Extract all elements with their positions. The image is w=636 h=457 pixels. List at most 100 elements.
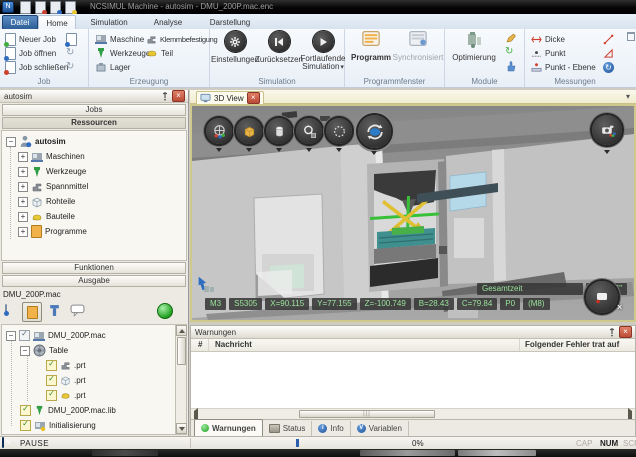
- expand-icon[interactable]: [18, 152, 28, 162]
- column-separator[interactable]: [519, 339, 520, 351]
- tree-item-mac-lib[interactable]: DMU_200P.mac.lib: [20, 404, 116, 417]
- expand-icon[interactable]: [18, 182, 28, 192]
- tool-manager-button[interactable]: [48, 304, 61, 317]
- module-probe-button[interactable]: [505, 60, 517, 72]
- dicke-button[interactable]: Dicke: [531, 33, 565, 45]
- tree-item-spannmittel[interactable]: Spannmittel: [18, 180, 88, 193]
- view-caret-icon[interactable]: [276, 148, 282, 152]
- expand-icon[interactable]: [18, 227, 28, 237]
- new-doc-icon[interactable]: [20, 1, 31, 14]
- ausgabe-bar[interactable]: Ausgabe: [2, 275, 186, 287]
- collapse-icon[interactable]: [6, 331, 16, 341]
- column-message[interactable]: Nachricht: [215, 340, 252, 349]
- maschine-button[interactable]: Maschine: [95, 33, 144, 45]
- close-icon[interactable]: [172, 90, 185, 102]
- tab-variablen[interactable]: Variablen: [351, 421, 409, 436]
- view-orientation-button[interactable]: [206, 118, 232, 144]
- programm-button[interactable]: Programm: [349, 31, 393, 62]
- view-tab-3d[interactable]: 3D View: [196, 91, 264, 104]
- view-caret-icon[interactable]: [216, 148, 222, 152]
- collapse-icon[interactable]: [6, 137, 16, 147]
- checkbox-checked[interactable]: [19, 330, 30, 341]
- scroll-up-button[interactable]: [176, 325, 187, 336]
- checkbox-checked[interactable]: [20, 405, 31, 416]
- pin-icon[interactable]: [161, 91, 169, 101]
- hscrollbar-thumb[interactable]: [299, 410, 435, 418]
- close-job-button[interactable]: Job schließen: [5, 61, 68, 73]
- synchronisiert-button[interactable]: Synchronisiert: [395, 31, 441, 62]
- open-job-button[interactable]: Job öffnen: [5, 47, 56, 59]
- checkbox-checked[interactable]: [46, 375, 57, 386]
- optimierung-button[interactable]: Optimierung: [445, 31, 503, 62]
- checkbox-checked[interactable]: [46, 390, 57, 401]
- tree-item-autosim-root[interactable]: autosim: [6, 135, 66, 148]
- tree-item-rohteile[interactable]: Rohteile: [18, 195, 75, 208]
- scrollbar-thumb[interactable]: [177, 337, 186, 365]
- new-job-button[interactable]: Neuer Job: [5, 33, 56, 45]
- module-refresh-button[interactable]: ↻: [505, 46, 513, 58]
- tab-info[interactable]: Info: [312, 421, 350, 436]
- tree-item-mac-root[interactable]: DMU_200P.mac: [6, 329, 106, 342]
- tree-item-prt-3[interactable]: .prt: [46, 389, 86, 402]
- module-pen-button[interactable]: [505, 32, 517, 44]
- angle-measure-button[interactable]: [603, 47, 614, 59]
- tab-analyse[interactable]: Analyse: [144, 15, 192, 29]
- punkt-button[interactable]: Punkt: [531, 47, 565, 59]
- tab-status[interactable]: Status: [263, 421, 313, 436]
- hud-close-icon[interactable]: ×: [617, 302, 622, 312]
- tree-item-programme[interactable]: Programme: [18, 225, 87, 238]
- tree-item-table[interactable]: Table: [20, 344, 68, 357]
- collapse-icon[interactable]: [20, 346, 30, 356]
- view-cylinder-button[interactable]: [266, 118, 292, 144]
- camera-caret-icon[interactable]: [604, 150, 610, 154]
- close-icon[interactable]: [619, 326, 632, 338]
- expand-icon[interactable]: [18, 167, 28, 177]
- tree-item-prt-1[interactable]: .prt: [46, 359, 86, 372]
- close-view-icon[interactable]: [247, 92, 260, 104]
- tab-darstellung[interactable]: Darstellung: [196, 15, 264, 29]
- refresh-job-button[interactable]: ↻: [66, 61, 74, 73]
- selection-button[interactable]: [326, 118, 352, 144]
- play-doc-icon[interactable]: [50, 1, 61, 14]
- checkbox-checked[interactable]: [46, 360, 57, 371]
- ressourcen-bar[interactable]: Ressourcen: [2, 117, 186, 129]
- lager-button[interactable]: Lager: [95, 61, 130, 73]
- rotate-measure-button[interactable]: ↻: [603, 61, 614, 73]
- jobs-bar[interactable]: Jobs: [2, 104, 186, 116]
- funktionen-bar[interactable]: Funktionen: [2, 262, 186, 274]
- column-number[interactable]: #: [198, 340, 202, 349]
- comment-button[interactable]: [70, 304, 85, 317]
- view-caret-icon[interactable]: [306, 148, 312, 152]
- tab-warnungen[interactable]: Warnungen: [194, 419, 263, 436]
- klemmbefestigung-button[interactable]: Klemmbefestigung: [146, 33, 217, 45]
- hud-monitor-button[interactable]: [586, 281, 618, 313]
- view-tab-dropdown-icon[interactable]: ▾: [626, 92, 630, 101]
- fortlaufende-simulation-button[interactable]: Fortlaufende Simulation: [302, 31, 344, 72]
- zuruecksetzen-button[interactable]: Zurücksetzen: [258, 31, 300, 64]
- ribbon-dialog-launcher-icon[interactable]: [627, 32, 635, 41]
- doc-active-button[interactable]: [22, 302, 42, 322]
- viewport-3d[interactable]: Gesamtzeit 0h 17' 6" M3 S5305 X=90.115 Y…: [190, 104, 636, 322]
- checkbox-checked[interactable]: [20, 420, 31, 431]
- einstellungen-button[interactable]: Einstellungen: [214, 31, 256, 64]
- pin-icon[interactable]: [608, 327, 616, 337]
- camera-capture-button[interactable]: [592, 115, 622, 145]
- tree-item-werkzeuge[interactable]: Werkzeuge: [18, 165, 86, 178]
- werkzeuge-button[interactable]: Werkzeuge: [95, 47, 150, 59]
- tree-item-maschinen[interactable]: Maschinen: [18, 150, 85, 163]
- teil-button[interactable]: Teil: [146, 47, 173, 59]
- view-caret-icon[interactable]: [246, 148, 252, 152]
- record-icon[interactable]: [35, 1, 46, 14]
- tree-item-prt-2[interactable]: .prt: [46, 374, 86, 387]
- rotate-view-button[interactable]: [358, 115, 391, 148]
- expand-icon[interactable]: [18, 197, 28, 207]
- tab-home[interactable]: Home: [38, 15, 76, 30]
- column-error[interactable]: Folgender Fehler trat auf: [525, 340, 619, 349]
- distance-measure-button[interactable]: [603, 33, 614, 45]
- macro-icon[interactable]: [65, 1, 76, 14]
- view-cube-button[interactable]: [236, 118, 262, 144]
- tab-simulation[interactable]: Simulation: [78, 15, 140, 29]
- doc-page-button[interactable]: [5, 304, 7, 315]
- view-caret-icon[interactable]: [336, 148, 342, 152]
- tree-item-initialisierung[interactable]: Initialisierung: [20, 419, 96, 432]
